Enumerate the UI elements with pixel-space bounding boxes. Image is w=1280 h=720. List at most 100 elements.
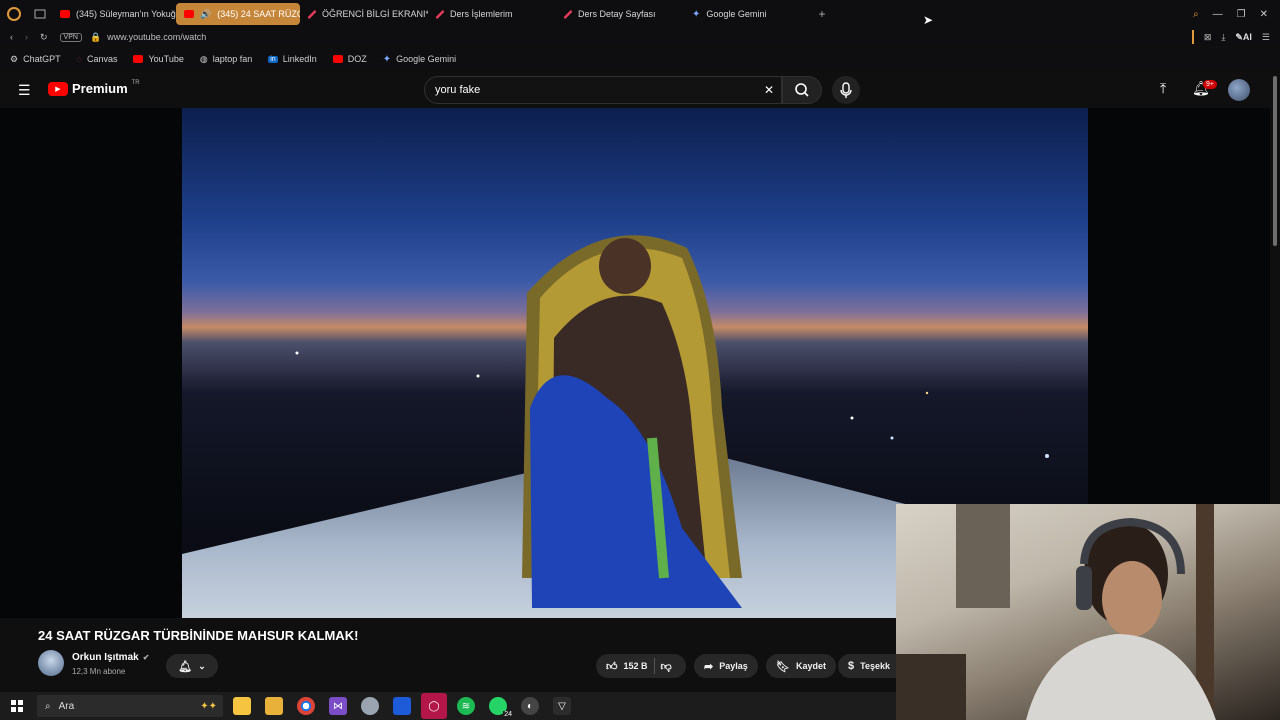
mouse-cursor-icon: ➤ (923, 13, 934, 27)
tab-manager-icon[interactable] (28, 9, 52, 19)
tab-ogrenci[interactable]: ÖĞRENCİ BİLGİ EKRANI* (300, 3, 428, 25)
extensions-icon[interactable]: ⊠ (1204, 32, 1212, 43)
restore-icon[interactable]: ❐ (1237, 9, 1246, 20)
thumbs-up-icon: 👍︎ (606, 660, 618, 673)
download-icon[interactable]: ⤓ (1221, 32, 1225, 43)
divider (1191, 30, 1194, 44)
chrome-icon[interactable] (297, 697, 315, 715)
taskbar-search-input[interactable]: ⌕ Ara ✦✦ (37, 695, 223, 717)
bookmark-label: Google Gemini (396, 54, 457, 64)
speaker-icon: 🔊 (200, 8, 212, 19)
like-button[interactable]: 👍︎ 152 B (606, 660, 648, 673)
ai-label: AI (1242, 31, 1252, 42)
upload-icon[interactable]: ⤒ (1160, 80, 1166, 97)
microphone-icon (840, 82, 852, 98)
reload-icon[interactable]: ↻ (40, 32, 48, 43)
tab-label: (345) Süleyman'ın Yokuğu (76, 9, 176, 19)
webcam-overlay (896, 504, 1280, 720)
whatsapp-badge: 24 (503, 711, 513, 718)
tab-label: Ders Detay Sayfası (578, 9, 656, 19)
thanks-label: Teşekk (860, 661, 890, 671)
linkedin-icon: in (268, 55, 278, 63)
app-icon[interactable] (361, 697, 379, 715)
youtube-icon (133, 55, 144, 63)
bookmark-label: DOZ (347, 54, 367, 64)
share-label: Paylaş (719, 661, 748, 671)
tab-ruzgar-active[interactable]: 🔊 (345) 24 SAAT RÜZGA (176, 3, 300, 25)
thanks-icon: $ (848, 660, 855, 672)
bookmark-label: YouTube (148, 54, 184, 64)
bookmark-icon: 🔖︎ (776, 660, 790, 673)
sticky-notes-icon[interactable] (233, 697, 251, 715)
voice-search-button[interactable] (832, 76, 860, 104)
bookmark-doz[interactable]: DOZ (332, 54, 367, 64)
scrollbar-thumb[interactable] (1273, 76, 1277, 246)
search-button[interactable] (782, 76, 822, 104)
slash-icon (308, 9, 316, 19)
channel-avatar[interactable] (38, 650, 64, 676)
chevron-down-icon: ⌄ (198, 660, 206, 671)
app-icon[interactable]: ◐ (521, 697, 539, 715)
youtube-icon (184, 10, 194, 18)
hamburger-menu-icon[interactable]: ☰ (18, 82, 31, 99)
opera-gx-icon[interactable]: ◯ (421, 693, 447, 719)
url-field[interactable]: www.youtube.com/watch (107, 32, 206, 42)
thanks-button[interactable]: $ Teşekk (838, 654, 896, 678)
windows-taskbar: ⌕ Ara ✦✦ ⋈ ◯ ≋ 24 ◐ ▽ (0, 692, 896, 720)
address-bar-row: ‹ › ↻ VPN 🔒 www.youtube.com/watch ⊠ ⤓ ✎A… (0, 28, 1280, 46)
youtube-icon (332, 55, 343, 63)
canvas-icon: ◌ (76, 54, 82, 64)
avatar[interactable] (1228, 79, 1250, 101)
clear-search-icon[interactable]: ✕ (764, 83, 774, 97)
menu-icon[interactable]: ☰ (1262, 32, 1270, 43)
forward-icon[interactable]: › (25, 32, 28, 42)
app-icon[interactable]: ▽ (553, 697, 571, 715)
file-explorer-icon[interactable] (265, 697, 283, 715)
share-button[interactable]: ➦ Paylaş (694, 654, 758, 678)
gemini-icon: ✦ (382, 53, 392, 65)
spotify-icon[interactable]: ≋ (457, 697, 475, 715)
youtube-header: ☰ ▶ Premium TR yoru fake ✕ ⤒ 🔔︎ 9+ (0, 72, 1270, 108)
channel-name[interactable]: Orkun Işıtmak (72, 652, 139, 663)
browser-logo-icon[interactable] (0, 7, 28, 21)
vpn-badge[interactable]: VPN (59, 32, 82, 42)
like-count: 152 B (623, 661, 648, 671)
new-tab-button[interactable]: + (812, 7, 832, 21)
bookmark-chatgpt[interactable]: ⚙ ChatGPT (10, 54, 61, 65)
whatsapp-icon[interactable]: 24 (489, 697, 513, 718)
search-icon (795, 83, 809, 97)
search-icon[interactable]: ⌕ (1193, 9, 1199, 20)
bell-icon: 🔔︎ (178, 660, 193, 673)
bookmarks-bar: ⚙ ChatGPT ◌ Canvas YouTube ◍ laptop fan in L… (0, 48, 1280, 70)
globe-icon: ◍ (199, 53, 208, 64)
gemini-icon: ✦ (692, 8, 701, 20)
remote-desktop-icon[interactable] (393, 697, 411, 715)
bookmark-laptop-fan[interactable]: ◍ laptop fan (200, 54, 252, 65)
opera-icon (7, 7, 21, 21)
chatgpt-icon: ⚙ (10, 53, 19, 64)
subscription-bell-button[interactable]: 🔔︎ ⌄ (166, 654, 218, 678)
tab-google-gemini[interactable]: ✦ Google Gemini (684, 3, 812, 25)
dislike-button[interactable]: 👎︎ (661, 660, 672, 673)
save-button[interactable]: 🔖︎ Kaydet (766, 654, 836, 678)
bookmark-linkedin[interactable]: in LinkedIn (268, 54, 317, 64)
tab-ders-islemlerim[interactable]: Ders İşlemlerim (428, 3, 556, 25)
like-dislike-group: 👍︎ 152 B 👎︎ (596, 654, 686, 678)
bookmark-gemini[interactable]: ✦ Google Gemini (383, 54, 456, 65)
windows-start-icon[interactable] (8, 697, 26, 715)
search-input[interactable]: yoru fake (424, 76, 782, 104)
close-icon[interactable]: ✕ (1260, 9, 1268, 20)
bookmark-label: laptop fan (212, 54, 253, 64)
youtube-icon (60, 10, 70, 18)
bookmark-canvas[interactable]: ◌ Canvas (77, 54, 118, 64)
minimize-icon[interactable]: — (1213, 9, 1223, 20)
ai-button[interactable]: ✎AI (1235, 32, 1252, 43)
tab-label: (345) 24 SAAT RÜZGA (217, 9, 300, 19)
back-icon[interactable]: ‹ (10, 32, 13, 42)
tab-suleyman[interactable]: (345) Süleyman'ın Yokuğu (52, 3, 176, 25)
bookmark-youtube[interactable]: YouTube (133, 54, 184, 64)
visual-studio-icon[interactable]: ⋈ (329, 697, 347, 715)
youtube-premium-logo[interactable]: ▶ Premium TR (48, 80, 140, 96)
bookmark-label: Canvas (86, 54, 118, 64)
tab-ders-detay[interactable]: Ders Detay Sayfası (556, 3, 684, 25)
